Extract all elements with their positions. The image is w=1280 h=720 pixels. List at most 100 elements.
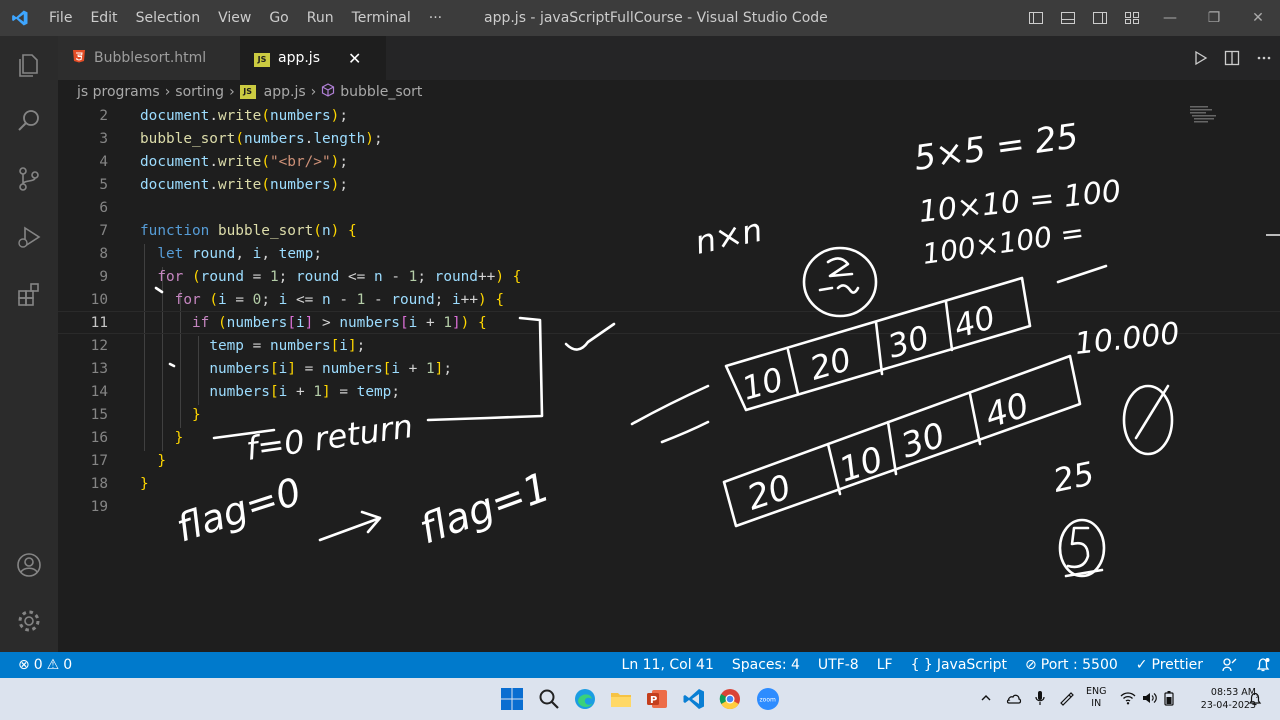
tab-app-js[interactable]: JS app.js ✕ <box>240 36 386 80</box>
code-line[interactable]: 11 if (numbers[i] > numbers[i + 1]) { <box>58 311 1280 334</box>
minimize-button[interactable]: — <box>1148 0 1192 36</box>
battery-icon <box>1164 690 1174 709</box>
cursor-position[interactable]: Ln 11, Col 41 <box>613 657 723 673</box>
toggle-panel-icon[interactable] <box>1052 0 1084 36</box>
code-line[interactable]: 5 document.write(numbers); <box>58 173 1280 196</box>
line-number: 5 <box>99 176 108 193</box>
quick-settings[interactable] <box>1120 678 1174 720</box>
code-line[interactable]: 9 for (round = 1; round <= n - 1; round+… <box>58 265 1280 288</box>
code-line[interactable]: 7 function bubble_sort(n) { <box>58 219 1280 242</box>
toggle-sidebar-icon[interactable] <box>1020 0 1052 36</box>
code-text: for (round = 1; round <= n - 1; round++)… <box>157 268 522 285</box>
code-text: numbers[i] = numbers[i + 1]; <box>209 360 452 377</box>
pen-icon[interactable] <box>1058 690 1074 709</box>
code-editor[interactable]: 2 document.write(numbers); 3 bubble_sort(nu… <box>58 104 1280 652</box>
menu-terminal[interactable]: Terminal <box>343 0 420 36</box>
encoding[interactable]: UTF-8 <box>809 657 868 673</box>
port-label: Port : 5500 <box>1040 657 1118 673</box>
close-window-button[interactable]: ✕ <box>1236 0 1280 36</box>
code-line[interactable]: 6 <box>58 196 1280 219</box>
line-number: 4 <box>99 153 108 170</box>
code-line[interactable]: 17 } <box>58 449 1280 472</box>
line-number: 17 <box>90 452 108 469</box>
accounts-icon[interactable] <box>12 548 46 582</box>
line-number: 13 <box>90 360 108 377</box>
menu-view[interactable]: View <box>209 0 260 36</box>
chevron-right-icon: › <box>164 84 171 100</box>
prettier-status[interactable]: ✓ Prettier <box>1127 657 1212 673</box>
toggle-secondary-sidebar-icon[interactable] <box>1084 0 1116 36</box>
code-line[interactable]: 4 document.write("<br/>"); <box>58 150 1280 173</box>
zoom-app-icon[interactable]: zoom <box>756 687 780 711</box>
code-line[interactable]: 14 numbers[i + 1] = temp; <box>58 380 1280 403</box>
wifi-icon <box>1120 691 1136 708</box>
menu-edit[interactable]: Edit <box>81 0 126 36</box>
windows-start-icon[interactable] <box>500 687 524 711</box>
menu-go[interactable]: Go <box>260 0 297 36</box>
windows-taskbar: P zoom ENG IN 08:53 AM 23-04-2023 z <box>0 678 1280 720</box>
file-explorer-icon[interactable] <box>609 687 633 711</box>
taskbar-search-icon[interactable] <box>537 687 561 711</box>
vscode-taskbar-icon[interactable] <box>682 687 706 711</box>
split-editor-icon[interactable] <box>1216 42 1248 74</box>
code-line[interactable]: 15 } <box>58 403 1280 426</box>
breadcrumb-folder-js-programs[interactable]: js programs <box>77 84 160 100</box>
breadcrumb-file-app-js[interactable]: app.js <box>264 84 306 100</box>
chevron-up-icon[interactable] <box>980 692 992 707</box>
chevron-right-icon: › <box>229 84 235 100</box>
language-label: JavaScript <box>936 657 1008 673</box>
customize-layout-icon[interactable] <box>1116 0 1148 36</box>
code-line[interactable]: 8 let round, i, temp; <box>58 242 1280 265</box>
breadcrumb-folder-sorting[interactable]: sorting <box>175 84 224 100</box>
more-actions-icon[interactable] <box>1248 42 1280 74</box>
breadcrumb-symbol-bubble-sort[interactable]: bubble_sort <box>340 84 422 100</box>
code-line[interactable]: 10 for (i = 0; i <= n - 1 - round; i++) … <box>58 288 1280 311</box>
maximize-button[interactable]: ❐ <box>1192 0 1236 36</box>
indentation[interactable]: Spaces: 4 <box>723 657 809 673</box>
feedback-icon[interactable] <box>1212 657 1246 673</box>
line-number: 16 <box>90 429 108 446</box>
double-check-icon: ✓ <box>1135 657 1148 673</box>
menu-file[interactable]: File <box>40 0 81 36</box>
menu-selection[interactable]: Selection <box>127 0 210 36</box>
live-server-port[interactable]: ⊘ Port : 5500 <box>1016 657 1127 673</box>
code-text: function bubble_sort(n) { <box>140 222 357 239</box>
line-number: 3 <box>99 130 108 147</box>
line-number: 6 <box>99 199 108 216</box>
code-line[interactable]: 12 temp = numbers[i]; <box>58 334 1280 357</box>
notifications-bell-icon[interactable] <box>1246 657 1280 673</box>
line-number: 9 <box>99 268 108 285</box>
source-control-icon[interactable] <box>12 162 46 196</box>
code-line[interactable]: 19 <box>58 495 1280 518</box>
extensions-icon[interactable] <box>12 278 46 312</box>
search-icon[interactable] <box>12 104 46 138</box>
menu-run[interactable]: Run <box>298 0 343 36</box>
chrome-browser-icon[interactable] <box>718 687 742 711</box>
code-line[interactable]: 16 } <box>58 426 1280 449</box>
microphone-icon[interactable] <box>1034 690 1046 709</box>
notification-center-icon[interactable]: z <box>1248 678 1262 720</box>
end-of-line[interactable]: LF <box>868 657 902 673</box>
run-file-icon[interactable] <box>1184 42 1216 74</box>
vscode-logo-icon[interactable] <box>0 0 40 36</box>
input-language[interactable]: ENG IN <box>1086 686 1106 710</box>
explorer-icon[interactable] <box>12 48 46 82</box>
close-tab-icon[interactable]: ✕ <box>348 49 361 68</box>
edge-browser-icon[interactable] <box>573 687 597 711</box>
tab-bubblesort-html[interactable]: Bubblesort.html <box>58 36 240 80</box>
onedrive-cloud-icon[interactable] <box>1006 692 1022 707</box>
menu-more[interactable]: ··· <box>420 0 451 36</box>
braces-icon: { } <box>910 657 933 673</box>
code-line[interactable]: 3 bubble_sort(numbers.length); <box>58 127 1280 150</box>
problems-indicator[interactable]: ⊗ 0 ⚠ 0 <box>18 657 72 673</box>
code-line[interactable]: 13 numbers[i] = numbers[i + 1]; <box>58 357 1280 380</box>
line-number: 10 <box>90 291 108 308</box>
settings-gear-icon[interactable] <box>12 604 46 638</box>
code-line[interactable]: 2 document.write(numbers); <box>58 104 1280 127</box>
powerpoint-icon[interactable]: P <box>645 687 669 711</box>
run-debug-icon[interactable] <box>12 220 46 254</box>
chevron-right-icon: › <box>310 84 317 100</box>
language-mode[interactable]: { } JavaScript <box>902 657 1016 673</box>
volume-icon <box>1142 691 1158 708</box>
code-line[interactable]: 18} <box>58 472 1280 495</box>
